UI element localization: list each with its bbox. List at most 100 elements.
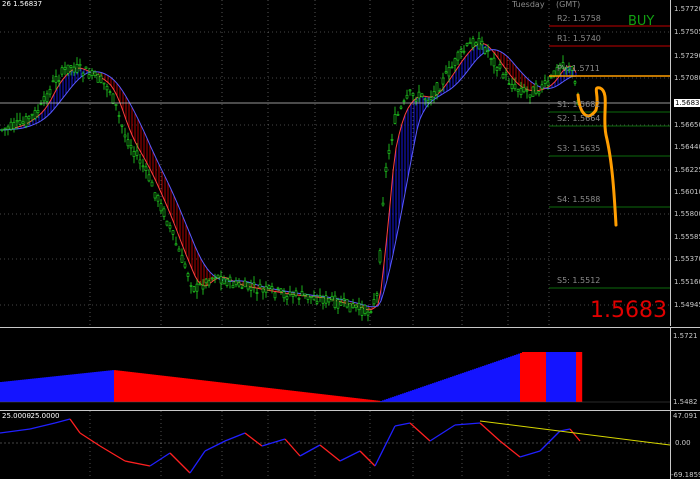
candle-body (351, 303, 355, 309)
histogram-bar (474, 368, 477, 402)
candle-body (87, 74, 91, 79)
histogram-bar (512, 355, 515, 402)
histogram-bar (552, 352, 555, 402)
histogram-bar (190, 378, 193, 402)
candle-body (81, 72, 85, 76)
histogram-bar (178, 377, 181, 402)
histogram-bar (370, 399, 373, 402)
histogram-bar (428, 384, 431, 402)
candle-body (483, 47, 487, 54)
candle-body (345, 298, 349, 308)
histogram-bar (102, 371, 105, 402)
histogram-bar (94, 372, 97, 402)
candle-body (543, 80, 547, 84)
histogram-bar (4, 381, 7, 402)
histogram-bar (518, 353, 521, 402)
histogram-bar (104, 370, 107, 402)
histogram-bar (92, 372, 95, 402)
histogram-bar (46, 377, 49, 402)
symbol-label: 26 1.56837 (2, 0, 43, 8)
histogram-bar (150, 374, 153, 402)
candle-body (69, 65, 73, 68)
histogram-bar (302, 391, 305, 402)
histogram-bar (556, 352, 559, 402)
pivot-label-r1: R1: 1.5740 (557, 34, 601, 43)
price-axis-tick: 1.57505 (674, 28, 700, 36)
candle-body (180, 254, 184, 263)
histogram-bar (294, 391, 297, 402)
candle-body (531, 86, 535, 97)
oscillator-axis: 47.091 0.00 -69.1859 (670, 410, 700, 479)
pivot-label-s4: S4: 1.5588 (557, 195, 601, 204)
candle-body (420, 93, 424, 97)
histogram-bar (414, 389, 417, 402)
histogram-bar (280, 389, 283, 402)
histogram-bar (550, 352, 553, 402)
histogram-bar (212, 381, 215, 402)
histogram-bar (162, 375, 165, 402)
histogram-bar (98, 371, 101, 402)
histogram-bar (86, 372, 89, 402)
histogram-bar (214, 381, 217, 402)
oscillator-segment (261, 438, 286, 447)
pivot-label-pv: PV: 1.5711 (557, 64, 600, 73)
candle-body (363, 304, 367, 314)
histogram-bar (142, 373, 145, 402)
histogram-bar (544, 352, 547, 402)
price-axis[interactable]: 1.57720 1.57505 1.57290 1.57080 1.56837 1.566… (670, 0, 700, 326)
histogram-bar (364, 399, 367, 402)
candle-body (117, 115, 121, 117)
histogram-bar (434, 382, 437, 402)
candle-body (96, 74, 100, 83)
candle-body (213, 277, 217, 280)
candle-body (234, 280, 238, 286)
candle-body (75, 64, 79, 73)
histogram-bar (444, 379, 447, 402)
histogram-bar (424, 385, 427, 402)
oscillator-segment (339, 450, 361, 462)
histogram-bar (484, 365, 487, 402)
candle-body (504, 72, 508, 76)
candle-body (477, 38, 481, 50)
trend-histogram-pane[interactable] (0, 327, 670, 410)
histogram-bar (198, 379, 201, 402)
histogram-bar (386, 398, 389, 402)
histogram-bar (148, 374, 151, 402)
histogram-bar (522, 352, 525, 402)
day-label: Tuesday (512, 0, 545, 9)
candle-body (243, 280, 247, 288)
candle-body (123, 134, 127, 138)
price-axis-tick: 1.56440 (674, 143, 700, 151)
price-chart-pane[interactable]: 26 1.56837 Tuesday (GMT) BUY R2: 1.5758 R… (0, 0, 670, 326)
histogram-bar (340, 396, 343, 402)
price-axis-tick: 1.57080 (674, 74, 700, 82)
histogram-bar (322, 394, 325, 402)
histogram-bar (460, 373, 463, 402)
histogram-bar (288, 390, 291, 402)
candle-body (306, 294, 310, 300)
histogram-bar (222, 382, 225, 402)
histogram-bar (188, 378, 191, 402)
oscillator-segment (244, 432, 263, 447)
histogram-bar (534, 352, 537, 402)
candle-body (492, 57, 496, 67)
histogram-bar (56, 376, 59, 402)
candle-body (225, 278, 229, 286)
candle-body (228, 276, 232, 282)
candle-body (303, 293, 307, 296)
candle-body (291, 294, 295, 297)
histogram-bar (448, 377, 451, 402)
oscillator-pane[interactable]: 25.0000 -25.0000 (0, 410, 670, 479)
candle-body (132, 150, 136, 157)
candle-body (471, 38, 475, 48)
histogram-bar (398, 394, 401, 402)
histogram-bar (170, 376, 173, 402)
candle-body (267, 285, 271, 289)
price-axis-tick: 1.56225 (674, 166, 700, 174)
histogram-bar (90, 372, 93, 402)
histogram-bar (548, 352, 551, 402)
candle-body (315, 300, 319, 304)
candle-body (312, 296, 316, 301)
histogram-bar (232, 383, 235, 402)
histogram-bar (128, 371, 131, 402)
